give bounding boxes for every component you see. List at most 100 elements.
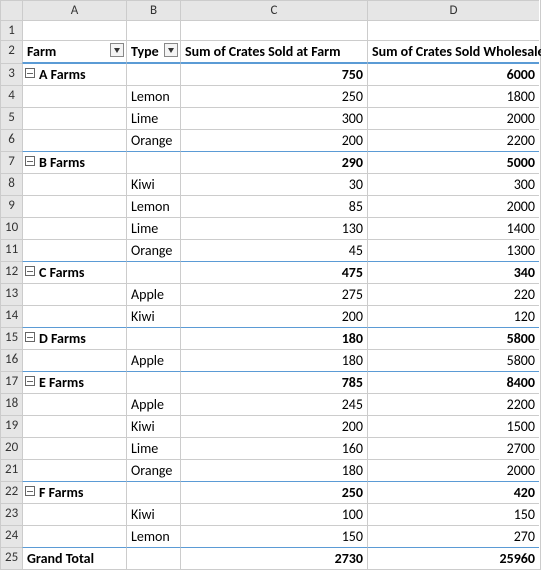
group-type-empty[interactable] — [126, 327, 180, 349]
row-header[interactable]: 8 — [0, 173, 22, 195]
detail-farm-empty[interactable] — [22, 173, 126, 195]
detail-sum-farm[interactable]: 130 — [180, 217, 367, 239]
grand-total-sum-wholesale[interactable]: 25960 — [367, 547, 539, 569]
detail-sum-wholesale[interactable]: 2000 — [367, 195, 539, 217]
col-header[interactable]: B — [126, 0, 180, 20]
collapse-icon[interactable] — [25, 486, 35, 496]
detail-type[interactable]: Kiwi — [126, 415, 180, 437]
group-sum-farm[interactable]: 290 — [180, 151, 367, 173]
detail-sum-farm[interactable]: 250 — [180, 85, 367, 107]
detail-farm-empty[interactable] — [22, 239, 126, 261]
detail-type[interactable]: Orange — [126, 459, 180, 481]
header-sum-farm[interactable]: Sum of Crates Sold at Farm — [180, 40, 367, 63]
group-type-empty[interactable] — [126, 481, 180, 503]
row-header[interactable]: 18 — [0, 393, 22, 415]
empty-cell[interactable] — [22, 20, 126, 40]
row-header[interactable]: 12 — [0, 261, 22, 283]
detail-sum-farm[interactable]: 200 — [180, 305, 367, 327]
detail-sum-farm[interactable]: 275 — [180, 283, 367, 305]
row-header[interactable]: 19 — [0, 415, 22, 437]
row-header[interactable]: 9 — [0, 195, 22, 217]
collapse-icon[interactable] — [25, 68, 35, 78]
detail-sum-wholesale[interactable]: 300 — [367, 173, 539, 195]
detail-sum-wholesale[interactable]: 1500 — [367, 415, 539, 437]
detail-type[interactable]: Lime — [126, 437, 180, 459]
detail-type[interactable]: Kiwi — [126, 305, 180, 327]
grand-total-empty[interactable] — [126, 547, 180, 569]
detail-sum-wholesale[interactable]: 2000 — [367, 107, 539, 129]
row-header[interactable]: 20 — [0, 437, 22, 459]
row-header[interactable]: 1 — [0, 20, 22, 40]
group-sum-farm[interactable]: 750 — [180, 63, 367, 85]
detail-farm-empty[interactable] — [22, 107, 126, 129]
group-name[interactable]: D Farms — [22, 327, 126, 349]
group-sum-wholesale[interactable]: 340 — [367, 261, 539, 283]
detail-type[interactable]: Apple — [126, 283, 180, 305]
group-name[interactable]: C Farms — [22, 261, 126, 283]
group-type-empty[interactable] — [126, 371, 180, 393]
detail-sum-wholesale[interactable]: 5800 — [367, 349, 539, 371]
detail-sum-farm[interactable]: 245 — [180, 393, 367, 415]
detail-sum-wholesale[interactable]: 1300 — [367, 239, 539, 261]
group-sum-farm[interactable]: 475 — [180, 261, 367, 283]
detail-sum-wholesale[interactable]: 1800 — [367, 85, 539, 107]
filter-button-type[interactable] — [164, 43, 178, 57]
row-header[interactable]: 14 — [0, 305, 22, 327]
filter-button-farm[interactable] — [110, 43, 124, 57]
detail-type[interactable]: Lemon — [126, 85, 180, 107]
collapse-icon[interactable] — [25, 332, 35, 342]
collapse-icon[interactable] — [25, 376, 35, 386]
detail-farm-empty[interactable] — [22, 217, 126, 239]
grand-total-label[interactable]: Grand Total — [22, 547, 126, 569]
detail-sum-wholesale[interactable]: 2000 — [367, 459, 539, 481]
detail-farm-empty[interactable] — [22, 305, 126, 327]
row-header[interactable]: 22 — [0, 481, 22, 503]
row-header[interactable]: 16 — [0, 349, 22, 371]
detail-sum-farm[interactable]: 100 — [180, 503, 367, 525]
group-type-empty[interactable] — [126, 261, 180, 283]
detail-type[interactable]: Lemon — [126, 525, 180, 547]
row-header[interactable]: 23 — [0, 503, 22, 525]
detail-sum-wholesale[interactable]: 1400 — [367, 217, 539, 239]
detail-type[interactable]: Orange — [126, 129, 180, 151]
detail-type[interactable]: Orange — [126, 239, 180, 261]
row-header[interactable]: 6 — [0, 129, 22, 151]
header-sum-wholesale[interactable]: Sum of Crates Sold Wholesale — [367, 40, 539, 63]
group-sum-wholesale[interactable]: 5800 — [367, 327, 539, 349]
row-header[interactable]: 5 — [0, 107, 22, 129]
header-type[interactable]: Type — [126, 40, 180, 63]
detail-sum-wholesale[interactable]: 120 — [367, 305, 539, 327]
group-sum-farm[interactable]: 785 — [180, 371, 367, 393]
detail-type[interactable]: Kiwi — [126, 173, 180, 195]
row-header[interactable]: 24 — [0, 525, 22, 547]
detail-sum-farm[interactable]: 160 — [180, 437, 367, 459]
group-sum-wholesale[interactable]: 420 — [367, 481, 539, 503]
detail-sum-farm[interactable]: 300 — [180, 107, 367, 129]
detail-type[interactable]: Apple — [126, 393, 180, 415]
row-header[interactable]: 25 — [0, 547, 22, 569]
detail-type[interactable]: Apple — [126, 349, 180, 371]
detail-farm-empty[interactable] — [22, 437, 126, 459]
detail-sum-farm[interactable]: 200 — [180, 129, 367, 151]
detail-sum-wholesale[interactable]: 2200 — [367, 129, 539, 151]
detail-sum-wholesale[interactable]: 2700 — [367, 437, 539, 459]
detail-type[interactable]: Lime — [126, 107, 180, 129]
collapse-icon[interactable] — [25, 266, 35, 276]
detail-sum-wholesale[interactable]: 2200 — [367, 393, 539, 415]
group-sum-farm[interactable]: 250 — [180, 481, 367, 503]
detail-farm-empty[interactable] — [22, 283, 126, 305]
row-header[interactable]: 15 — [0, 327, 22, 349]
detail-sum-wholesale[interactable]: 150 — [367, 503, 539, 525]
group-name[interactable]: A Farms — [22, 63, 126, 85]
row-header[interactable]: 11 — [0, 239, 22, 261]
detail-sum-farm[interactable]: 45 — [180, 239, 367, 261]
detail-farm-empty[interactable] — [22, 459, 126, 481]
row-header[interactable]: 17 — [0, 371, 22, 393]
empty-cell[interactable] — [367, 20, 539, 40]
row-header[interactable]: 10 — [0, 217, 22, 239]
detail-farm-empty[interactable] — [22, 503, 126, 525]
empty-cell[interactable] — [126, 20, 180, 40]
empty-cell[interactable] — [180, 20, 367, 40]
detail-sum-farm[interactable]: 200 — [180, 415, 367, 437]
group-sum-wholesale[interactable]: 6000 — [367, 63, 539, 85]
